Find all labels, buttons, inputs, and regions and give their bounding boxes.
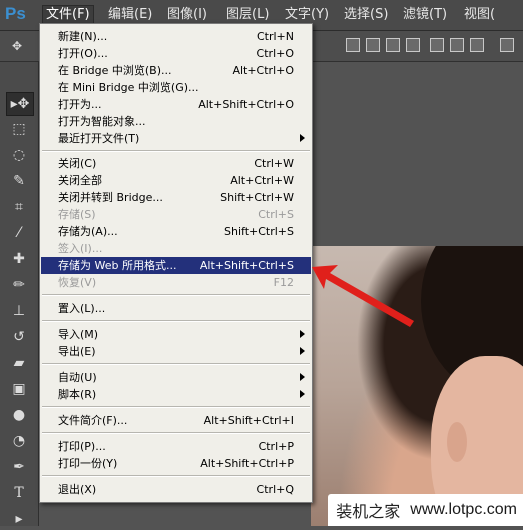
menu-item-recent-files[interactable]: 最近打开文件(T) bbox=[41, 130, 311, 147]
menu-file[interactable]: 文件(F) bbox=[42, 5, 94, 25]
menu-item-import[interactable]: 导入(M) bbox=[41, 326, 311, 343]
distribute-center-icon[interactable] bbox=[450, 38, 464, 52]
align-left-icon[interactable] bbox=[346, 38, 360, 52]
menu-item-revert[interactable]: 恢复(V) F12 bbox=[41, 274, 311, 291]
menu-item-file-info[interactable]: 文件简介(F)... Alt+Shift+Ctrl+I bbox=[41, 412, 311, 429]
brush-tool-icon[interactable]: ✏ bbox=[6, 274, 32, 296]
healing-brush-tool-icon[interactable]: ✚ bbox=[6, 248, 32, 270]
menu-layer[interactable]: 图层(L) bbox=[223, 6, 272, 24]
photoshop-logo: Ps bbox=[5, 4, 26, 23]
red-arrow-annotation bbox=[312, 265, 414, 327]
menu-item-automate[interactable]: 自动(U) bbox=[41, 369, 311, 386]
eraser-tool-icon[interactable]: ▰ bbox=[6, 352, 32, 374]
eyedropper-tool-icon[interactable]: ⁄ bbox=[6, 222, 32, 244]
menu-item-open[interactable]: 打开(O)... Ctrl+O bbox=[41, 45, 311, 62]
menu-item-exit[interactable]: 退出(X) Ctrl+Q bbox=[41, 481, 311, 498]
menu-item-close-go-bridge[interactable]: 关闭并转到 Bridge... Shift+Ctrl+W bbox=[41, 189, 311, 206]
distribute-right-icon[interactable] bbox=[470, 38, 484, 52]
menu-separator bbox=[42, 150, 310, 152]
menu-item-save[interactable]: 存储(S) Ctrl+S bbox=[41, 206, 311, 223]
menu-view[interactable]: 视图( bbox=[461, 6, 498, 24]
distribute-left-icon[interactable] bbox=[430, 38, 444, 52]
menu-item-check-in[interactable]: 签入(I)... bbox=[41, 240, 311, 257]
watermark: 装机之家 www.lotpc.com bbox=[328, 494, 523, 526]
distribute-top-icon[interactable] bbox=[500, 38, 514, 52]
align-top-icon[interactable] bbox=[406, 38, 420, 52]
gradient-tool-icon[interactable]: ▣ bbox=[6, 378, 32, 400]
menu-item-browse-mini-bridge[interactable]: 在 Mini Bridge 中浏览(G)... bbox=[41, 79, 311, 96]
menu-item-place[interactable]: 置入(L)... bbox=[41, 300, 311, 317]
menu-item-close[interactable]: 关闭(C) Ctrl+W bbox=[41, 155, 311, 172]
menu-item-browse-bridge[interactable]: 在 Bridge 中浏览(B)... Alt+Ctrl+O bbox=[41, 62, 311, 79]
marquee-tool-icon[interactable]: ⬚ bbox=[6, 118, 32, 140]
move-icon[interactable]: ✥ bbox=[4, 35, 30, 57]
menu-image[interactable]: 图像(I) bbox=[164, 6, 210, 24]
submenu-arrow-icon bbox=[300, 347, 305, 355]
menu-edit[interactable]: 编辑(E) bbox=[105, 6, 155, 24]
blur-tool-icon[interactable]: ● bbox=[6, 404, 32, 426]
menu-type[interactable]: 文字(Y) bbox=[282, 6, 332, 24]
watermark-brand: 装机之家 bbox=[336, 502, 401, 521]
file-menu-dropdown: 新建(N)... Ctrl+N 打开(O)... Ctrl+O 在 Bridge 中… bbox=[39, 23, 313, 503]
menu-item-open-as[interactable]: 打开为... Alt+Shift+Ctrl+O bbox=[41, 96, 311, 113]
align-center-icon[interactable] bbox=[366, 38, 380, 52]
menu-item-save-as[interactable]: 存储为(A)... Shift+Ctrl+S bbox=[41, 223, 311, 240]
menu-separator bbox=[42, 363, 310, 365]
history-brush-tool-icon[interactable]: ↺ bbox=[6, 326, 32, 348]
menu-separator bbox=[42, 475, 310, 477]
move-tool-icon[interactable]: ▸✥ bbox=[6, 92, 34, 116]
submenu-arrow-icon bbox=[300, 390, 305, 398]
submenu-arrow-icon bbox=[300, 134, 305, 142]
quick-select-tool-icon[interactable]: ✎ bbox=[6, 170, 32, 192]
menu-item-scripts[interactable]: 脚本(R) bbox=[41, 386, 311, 403]
dodge-tool-icon[interactable]: ◔ bbox=[6, 430, 32, 452]
menu-separator bbox=[42, 406, 310, 408]
path-select-tool-icon[interactable]: ▸ bbox=[6, 508, 32, 530]
menu-item-print[interactable]: 打印(P)... Ctrl+P bbox=[41, 438, 311, 455]
menu-item-print-one-copy[interactable]: 打印一份(Y) Alt+Shift+Ctrl+P bbox=[41, 455, 311, 472]
menu-item-save-for-web[interactable]: 存储为 Web 所用格式... Alt+Shift+Ctrl+S bbox=[41, 257, 311, 274]
menu-item-open-smart-object[interactable]: 打开为智能对象... bbox=[41, 113, 311, 130]
type-tool-icon[interactable]: T bbox=[6, 482, 32, 504]
menu-item-export[interactable]: 导出(E) bbox=[41, 343, 311, 360]
menu-item-close-all[interactable]: 关闭全部 Alt+Ctrl+W bbox=[41, 172, 311, 189]
crop-tool-icon[interactable]: ⌗ bbox=[6, 196, 32, 218]
menu-separator bbox=[42, 432, 310, 434]
red-arrow-icon bbox=[312, 265, 414, 327]
photo-ear bbox=[447, 422, 467, 462]
align-right-icon[interactable] bbox=[386, 38, 400, 52]
menu-separator bbox=[42, 320, 310, 322]
clone-stamp-tool-icon[interactable]: ⊥ bbox=[6, 300, 32, 322]
menu-item-new[interactable]: 新建(N)... Ctrl+N bbox=[41, 28, 311, 45]
menu-separator bbox=[42, 294, 310, 296]
menu-filter[interactable]: 滤镜(T) bbox=[400, 6, 450, 24]
tools-panel: ▸✥ ⬚ ◌ ✎ ⌗ ⁄ ✚ ✏ ⊥ ↺ ▰ ▣ ● ◔ ✒ T ▸ bbox=[0, 62, 39, 527]
lasso-tool-icon[interactable]: ◌ bbox=[6, 144, 32, 166]
pen-tool-icon[interactable]: ✒ bbox=[6, 456, 32, 478]
menu-select[interactable]: 选择(S) bbox=[341, 6, 391, 24]
submenu-arrow-icon bbox=[300, 373, 305, 381]
watermark-url: www.lotpc.com bbox=[410, 501, 517, 518]
